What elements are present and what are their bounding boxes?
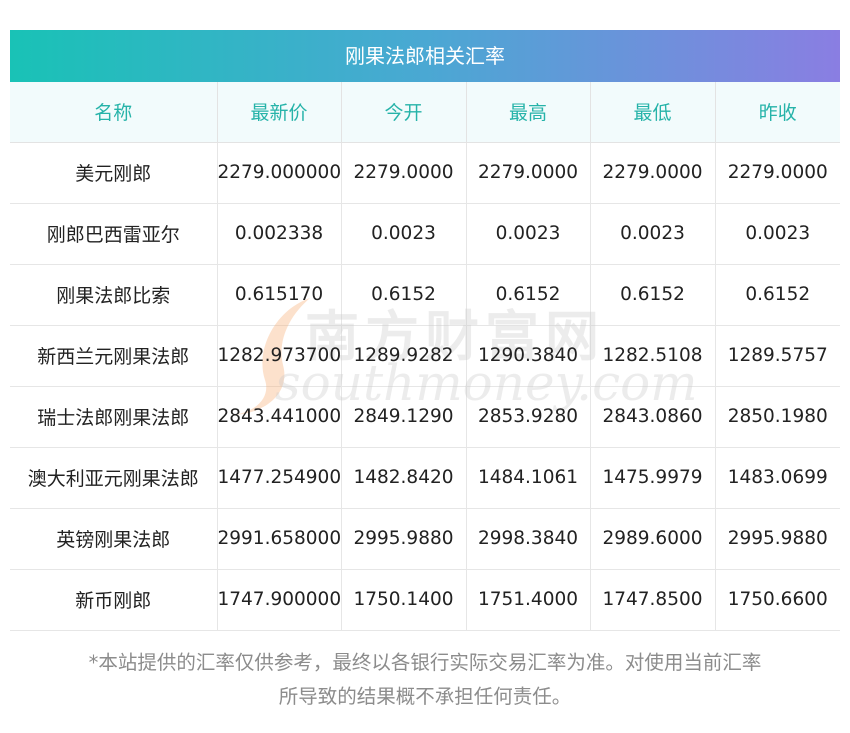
latest-price: 2991.658000	[217, 508, 342, 570]
open-price: 2279.0000	[341, 142, 467, 204]
prev-close-price: 0.6152	[715, 264, 840, 326]
table-row: 美元刚郎 2279.000000 2279.0000 2279.0000 227…	[10, 142, 840, 204]
latest-price: 0.615170	[217, 264, 342, 326]
low-price: 1282.5108	[590, 325, 716, 387]
currency-pair-name: 刚郎巴西雷亚尔	[10, 203, 218, 265]
high-price: 1751.4000	[466, 569, 591, 631]
currency-pair-name: 澳大利亚元刚果法郎	[10, 447, 218, 509]
rate-table-card: 刚果法郎相关汇率 名称 最新价 今开 最高 最低 昨收 美元刚郎 2279.00…	[10, 30, 840, 631]
prev-close-price: 1483.0699	[715, 447, 840, 509]
high-price: 1290.3840	[466, 325, 591, 387]
disclaimer-line-2: 所导致的结果概不承担任何责任。	[278, 685, 572, 708]
high-price: 0.6152	[466, 264, 591, 326]
latest-price: 2843.441000	[217, 386, 342, 448]
column-header-name: 名称	[10, 82, 218, 143]
latest-price: 2279.000000	[217, 142, 342, 204]
latest-price: 1747.900000	[217, 569, 342, 631]
disclaimer-line-1: *本站提供的汇率仅供参考，最终以各银行实际交易汇率为准。对使用当前汇率	[88, 651, 762, 674]
column-header-open: 今开	[341, 82, 467, 143]
high-price: 2998.3840	[466, 508, 591, 570]
low-price: 2279.0000	[590, 142, 716, 204]
prev-close-price: 1289.5757	[715, 325, 840, 387]
currency-pair-name: 瑞士法郎刚果法郎	[10, 386, 218, 448]
open-price: 1289.9282	[341, 325, 467, 387]
prev-close-price: 0.0023	[715, 203, 840, 265]
currency-pair-name: 刚果法郎比索	[10, 264, 218, 326]
prev-close-price: 1750.6600	[715, 569, 840, 631]
low-price: 2843.0860	[590, 386, 716, 448]
open-price: 2995.9880	[341, 508, 467, 570]
rate-table: 名称 最新价 今开 最高 最低 昨收 美元刚郎 2279.000000 2279…	[10, 82, 840, 631]
low-price: 2989.6000	[590, 508, 716, 570]
table-row: 新币刚郎 1747.900000 1750.1400 1751.4000 174…	[10, 569, 840, 631]
low-price: 1747.8500	[590, 569, 716, 631]
open-price: 0.0023	[341, 203, 467, 265]
open-price: 1750.1400	[341, 569, 467, 631]
open-price: 0.6152	[341, 264, 467, 326]
currency-pair-name: 新西兰元刚果法郎	[10, 325, 218, 387]
low-price: 0.0023	[590, 203, 716, 265]
table-row: 新西兰元刚果法郎 1282.973700 1289.9282 1290.3840…	[10, 325, 840, 387]
currency-pair-name: 英镑刚果法郎	[10, 508, 218, 570]
column-header-latest: 最新价	[217, 82, 342, 143]
open-price: 1482.8420	[341, 447, 467, 509]
disclaimer: *本站提供的汇率仅供参考，最终以各银行实际交易汇率为准。对使用当前汇率 所导致的…	[10, 646, 840, 714]
low-price: 1475.9979	[590, 447, 716, 509]
open-price: 2849.1290	[341, 386, 467, 448]
high-price: 2279.0000	[466, 142, 591, 204]
column-header-high: 最高	[466, 82, 591, 143]
table-row: 刚郎巴西雷亚尔 0.002338 0.0023 0.0023 0.0023 0.…	[10, 203, 840, 265]
table-row: 英镑刚果法郎 2991.658000 2995.9880 2998.3840 2…	[10, 508, 840, 570]
latest-price: 1477.254900	[217, 447, 342, 509]
prev-close-price: 2995.9880	[715, 508, 840, 570]
prev-close-price: 2850.1980	[715, 386, 840, 448]
low-price: 0.6152	[590, 264, 716, 326]
high-price: 0.0023	[466, 203, 591, 265]
table-row: 澳大利亚元刚果法郎 1477.254900 1482.8420 1484.106…	[10, 447, 840, 509]
column-header-low: 最低	[590, 82, 716, 143]
column-header-prev-close: 昨收	[715, 82, 840, 143]
table-header-row: 名称 最新价 今开 最高 最低 昨收	[10, 82, 840, 143]
prev-close-price: 2279.0000	[715, 142, 840, 204]
table-row: 刚果法郎比索 0.615170 0.6152 0.6152 0.6152 0.6…	[10, 264, 840, 326]
latest-price: 1282.973700	[217, 325, 342, 387]
table-title: 刚果法郎相关汇率	[10, 30, 840, 82]
high-price: 1484.1061	[466, 447, 591, 509]
high-price: 2853.9280	[466, 386, 591, 448]
currency-pair-name: 新币刚郎	[10, 569, 218, 631]
currency-pair-name: 美元刚郎	[10, 142, 218, 204]
table-row: 瑞士法郎刚果法郎 2843.441000 2849.1290 2853.9280…	[10, 386, 840, 448]
latest-price: 0.002338	[217, 203, 342, 265]
